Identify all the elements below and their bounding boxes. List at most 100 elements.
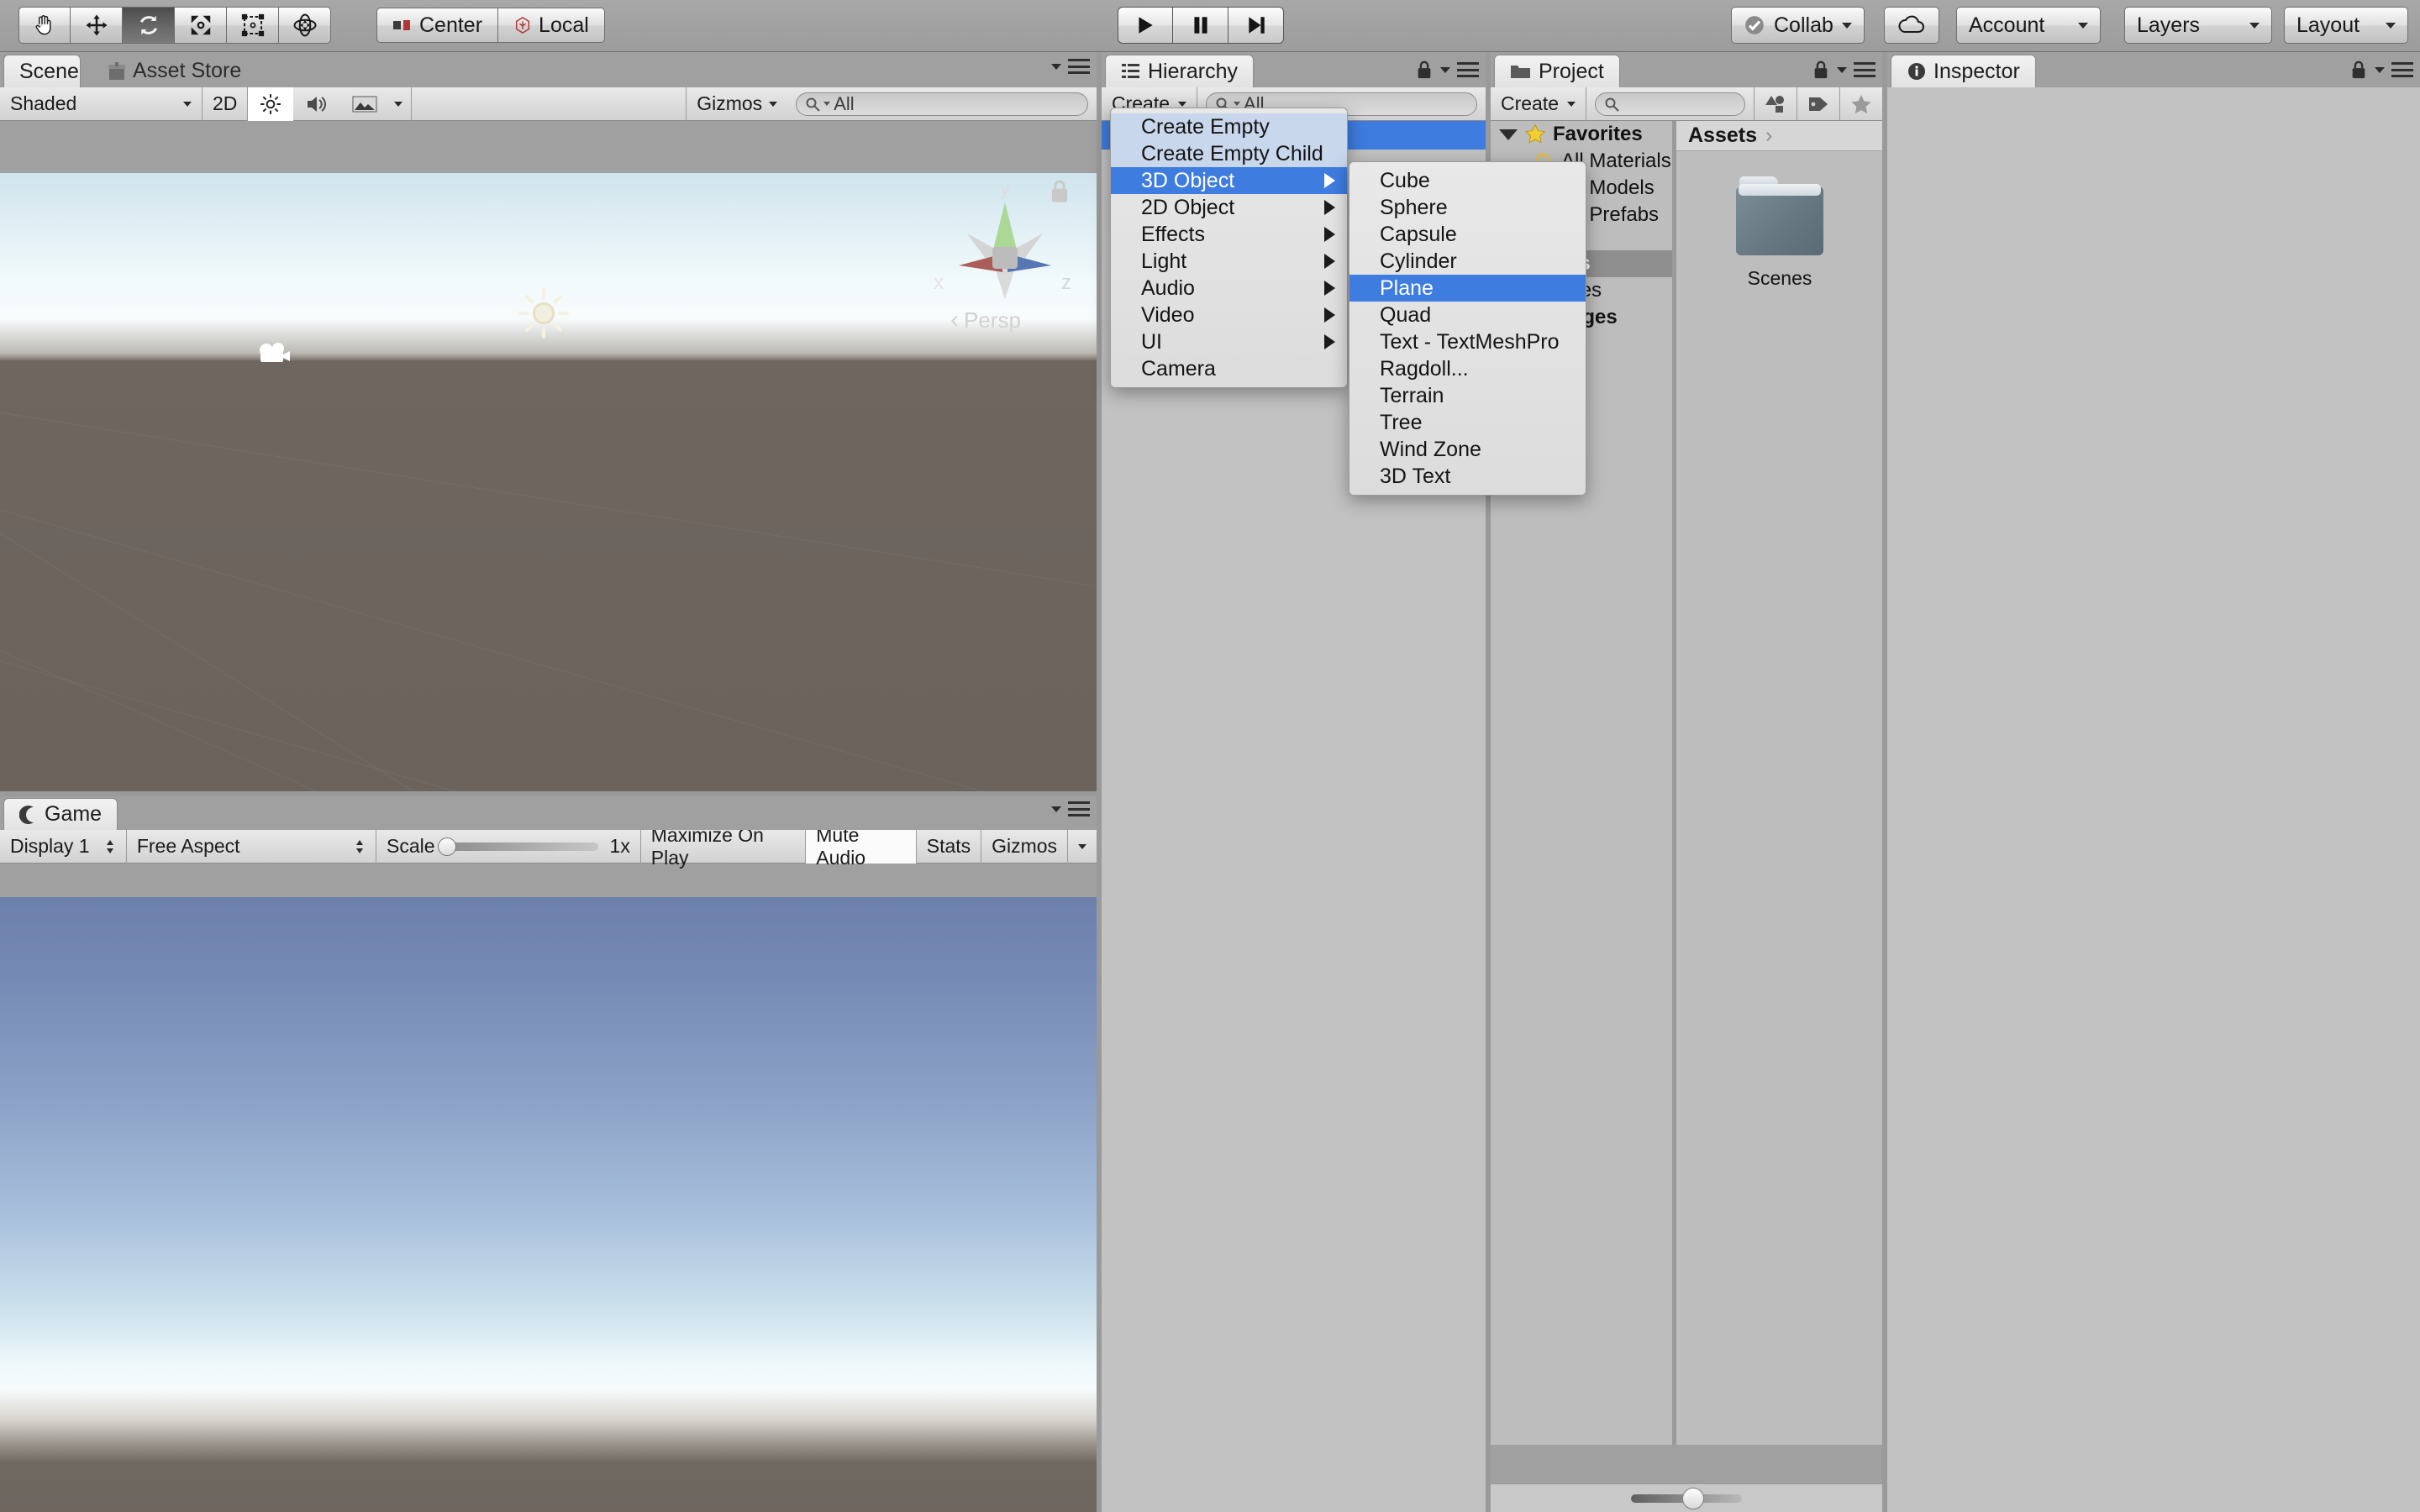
lock-icon[interactable] <box>1415 59 1434 81</box>
project-create-button[interactable]: Create <box>1491 87 1586 121</box>
projection-mode[interactable]: ‹ Persp <box>950 306 1021 334</box>
step-button[interactable] <box>1228 7 1284 44</box>
label-filter-button[interactable] <box>1797 87 1839 121</box>
project-panel-menu[interactable] <box>1812 59 1876 81</box>
create-menu[interactable]: Create Empty Create Empty Child 3D Objec… <box>1110 108 1348 388</box>
scene-panel-menu[interactable] <box>1051 59 1090 74</box>
inspector-content[interactable] <box>1887 87 2420 1512</box>
chevron-down-icon[interactable] <box>1051 64 1061 70</box>
move-tool-button[interactable] <box>71 7 123 44</box>
menu-item-camera[interactable]: Camera <box>1111 355 1347 382</box>
hamburger-icon[interactable] <box>1068 59 1090 74</box>
tab-game[interactable]: Game <box>3 798 118 830</box>
object-filter-button[interactable] <box>1754 87 1797 121</box>
submenu-item-plane[interactable]: Plane <box>1349 275 1586 302</box>
directional-light-gizmo[interactable] <box>514 284 573 343</box>
menu-item-audio[interactable]: Audio <box>1111 275 1347 302</box>
menu-item-ui[interactable]: UI <box>1111 328 1347 355</box>
hamburger-icon[interactable] <box>2391 62 2413 77</box>
submenu-item-cube[interactable]: Cube <box>1349 167 1586 194</box>
menu-item-video[interactable]: Video <box>1111 302 1347 328</box>
account-button[interactable]: Account <box>1956 7 2101 44</box>
pivot-mode-button[interactable]: Center <box>376 8 498 43</box>
tree-row-favorites[interactable]: Favorites <box>1491 121 1672 148</box>
expander-triangle-icon[interactable] <box>1499 129 1518 140</box>
collab-button[interactable]: Collab <box>1731 7 1865 44</box>
menu-item-3d-object[interactable]: 3D Object <box>1111 167 1347 194</box>
stats-button[interactable]: Stats <box>917 830 981 864</box>
chevron-down-icon[interactable] <box>1440 67 1450 73</box>
submenu-item-quad[interactable]: Quad <box>1349 302 1586 328</box>
audio-toggle-button[interactable] <box>293 87 340 121</box>
toggle-2d-button[interactable]: 2D <box>203 87 247 121</box>
rect-transform-tool-button[interactable] <box>227 7 279 44</box>
project-zoom-scrollbar[interactable] <box>1491 1483 1882 1512</box>
scene-orientation-gizmo[interactable]: y x z ‹ Persp <box>925 181 1085 345</box>
layers-button[interactable]: Layers <box>2124 7 2272 44</box>
game-gizmos-button[interactable]: Gizmos <box>981 830 1067 864</box>
display-dropdown[interactable]: Display 1 <box>0 830 126 864</box>
rotate-tool-button[interactable] <box>123 7 175 44</box>
gizmos-dropdown[interactable]: Gizmos <box>687 87 787 121</box>
project-search-input[interactable] <box>1595 92 1745 116</box>
scene-search-input[interactable]: All <box>796 92 1088 116</box>
camera-gizmo[interactable] <box>257 341 292 368</box>
scale-slider-group[interactable]: Scale 1x <box>376 830 640 864</box>
submenu-item-3d-text[interactable]: 3D Text <box>1349 463 1586 490</box>
chevron-down-icon[interactable] <box>2375 67 2385 73</box>
scene-viewport[interactable]: y x z ‹ Persp <box>0 173 1097 843</box>
menu-item-effects[interactable]: Effects <box>1111 221 1347 248</box>
hamburger-icon[interactable] <box>1068 801 1090 816</box>
lighting-toggle-button[interactable] <box>248 87 293 121</box>
3d-object-submenu[interactable]: Cube Sphere Capsule Cylinder Plane Quad … <box>1349 161 1586 496</box>
game-viewport[interactable] <box>0 897 1097 1512</box>
menu-item-light[interactable]: Light <box>1111 248 1347 275</box>
tab-project[interactable]: Project <box>1494 55 1620 87</box>
tab-asset-store[interactable]: Asset Store <box>92 55 256 87</box>
menu-item-create-empty-child[interactable]: Create Empty Child <box>1111 140 1347 167</box>
fx-dropdown-button[interactable] <box>386 87 411 121</box>
draw-mode-dropdown[interactable]: Shaded <box>0 87 202 121</box>
aspect-dropdown[interactable]: Free Aspect <box>127 830 376 864</box>
inspector-panel-menu[interactable] <box>2349 59 2413 81</box>
hamburger-icon[interactable] <box>1854 62 1876 77</box>
hierarchy-panel-menu[interactable] <box>1415 59 1479 81</box>
fx-toggle-button[interactable] <box>340 87 386 121</box>
submenu-item-terrain[interactable]: Terrain <box>1349 382 1586 409</box>
lock-icon[interactable] <box>2349 59 2368 81</box>
asset-item-scenes[interactable]: Scenes <box>1727 186 1833 290</box>
maximize-on-play-button[interactable]: Maximize On Play <box>641 830 806 864</box>
game-panel-menu[interactable] <box>1051 801 1090 816</box>
hand-tool-button[interactable] <box>18 7 71 44</box>
project-zoom-slider-knob[interactable] <box>1682 1488 1704 1509</box>
chevron-down-icon[interactable] <box>1051 806 1061 812</box>
submenu-item-tree[interactable]: Tree <box>1349 409 1586 436</box>
menu-item-2d-object[interactable]: 2D Object <box>1111 194 1347 221</box>
chevron-down-icon[interactable] <box>1837 67 1847 73</box>
submenu-item-wind-zone[interactable]: Wind Zone <box>1349 436 1586 463</box>
project-assets-pane[interactable]: Assets › Scenes <box>1676 121 1882 1445</box>
submenu-item-cylinder[interactable]: Cylinder <box>1349 248 1586 275</box>
menu-item-create-empty[interactable]: Create Empty <box>1111 113 1347 140</box>
pause-button[interactable] <box>1173 7 1228 44</box>
combined-transform-tool-button[interactable] <box>279 7 331 44</box>
mute-audio-button[interactable]: Mute Audio <box>806 830 916 864</box>
project-zoom-slider-track[interactable] <box>1631 1494 1742 1503</box>
scale-tool-button[interactable] <box>175 7 227 44</box>
submenu-item-sphere[interactable]: Sphere <box>1349 194 1586 221</box>
tab-inspector[interactable]: Inspector <box>1891 55 2036 87</box>
lock-icon[interactable] <box>1812 59 1830 81</box>
tab-scene[interactable]: Scene <box>3 55 81 87</box>
scale-slider-track[interactable] <box>447 843 598 851</box>
layout-button[interactable]: Layout <box>2284 7 2408 44</box>
cloud-button[interactable] <box>1884 7 1939 44</box>
scale-slider-knob[interactable] <box>438 837 456 856</box>
favorite-filter-button[interactable] <box>1840 87 1882 121</box>
submenu-item-ragdoll[interactable]: Ragdoll... <box>1349 355 1586 382</box>
submenu-item-capsule[interactable]: Capsule <box>1349 221 1586 248</box>
breadcrumb[interactable]: Assets › <box>1676 121 1882 151</box>
pivot-rotation-button[interactable]: Local <box>498 8 605 43</box>
submenu-item-text-textmeshpro[interactable]: Text - TextMeshPro <box>1349 328 1586 355</box>
lock-icon[interactable] <box>1048 178 1071 205</box>
game-gizmos-dropdown[interactable] <box>1068 830 1097 864</box>
